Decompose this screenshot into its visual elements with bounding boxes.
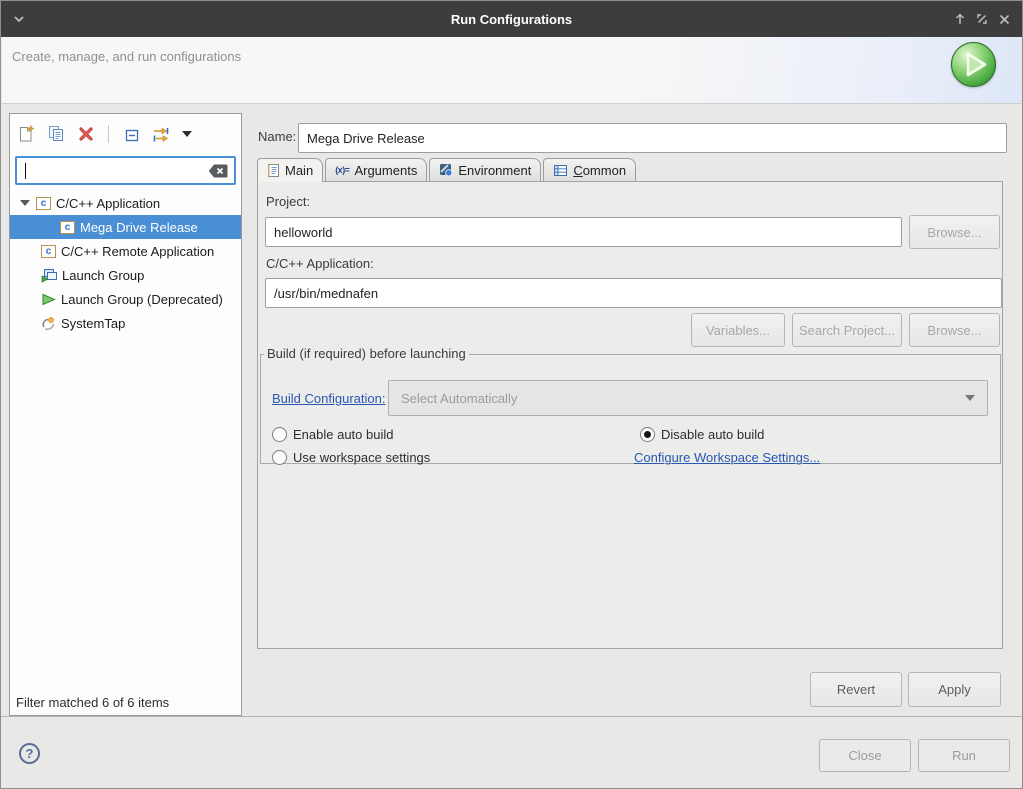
name-label: Name: — [258, 129, 296, 144]
toolbar-menu-icon[interactable] — [181, 124, 193, 144]
enable-auto-build-radio[interactable] — [272, 427, 287, 442]
tree-item-mega-drive-release[interactable]: c Mega Drive Release — [10, 215, 241, 239]
c-application-icon: c — [36, 197, 51, 210]
tree-item-systemtap[interactable]: SystemTap — [10, 311, 241, 335]
group-legend: Build (if required) before launching — [264, 346, 469, 361]
tree-item-launch-group[interactable]: Launch Group — [10, 263, 241, 287]
help-button[interactable]: ? — [19, 743, 40, 764]
variables-button[interactable]: Variables... — [691, 313, 785, 347]
new-configuration-icon[interactable] — [16, 124, 36, 144]
toolbar-separator — [108, 125, 109, 143]
systemtap-icon — [41, 316, 56, 331]
filter-status: Filter matched 6 of 6 items — [16, 695, 169, 710]
filter-search-input[interactable] — [17, 158, 234, 183]
tree-item-launch-group-deprecated[interactable]: Launch Group (Deprecated) — [10, 287, 241, 311]
tab-bar: Main (x)= Arguments Environment — [257, 158, 638, 181]
run-banner-icon — [951, 42, 996, 87]
run-configurations-dialog: Run Configurations Create, manage, and r… — [0, 0, 1023, 789]
filter-configurations-icon[interactable] — [151, 124, 171, 144]
expander-icon[interactable] — [20, 200, 30, 206]
name-input[interactable] — [298, 123, 1007, 153]
filter-search-box — [15, 156, 236, 185]
tab-environment[interactable]: Environment — [429, 158, 541, 181]
search-project-button[interactable]: Search Project... — [792, 313, 902, 347]
tab-common[interactable]: Common — [543, 158, 636, 181]
configure-workspace-settings-link[interactable]: Configure Workspace Settings... — [634, 450, 820, 465]
dialog-subtitle: Create, manage, and run configurations — [12, 49, 241, 64]
tab-arguments[interactable]: (x)= Arguments — [325, 158, 427, 181]
apply-button[interactable]: Apply — [908, 672, 1001, 707]
build-configuration-link[interactable]: Build Configuration: — [272, 391, 385, 406]
duplicate-configuration-icon[interactable] — [46, 124, 66, 144]
launch-config-sidebar: c C/C++ Application c Mega Drive Release… — [9, 113, 242, 716]
tree-item-cpp-application[interactable]: c C/C++ Application — [10, 191, 241, 215]
application-browse-button[interactable]: Browse... — [909, 313, 1000, 347]
window-title: Run Configurations — [1, 12, 1022, 27]
build-before-launch-group: Build (if required) before launching Bui… — [260, 354, 1001, 464]
build-configuration-select[interactable]: Select Automatically — [388, 380, 988, 416]
minimize-icon[interactable] — [950, 9, 970, 29]
play-icon — [41, 292, 56, 307]
tab-main[interactable]: Main — [257, 158, 323, 182]
launch-group-icon — [41, 268, 57, 283]
main-tab-content: Project: Browse... C/C++ Application: Va… — [257, 181, 1003, 649]
environment-icon — [439, 163, 453, 177]
sidebar-toolbar — [16, 120, 193, 148]
revert-button[interactable]: Revert — [810, 672, 902, 707]
chevron-down-icon — [965, 395, 975, 401]
application-input[interactable] — [265, 278, 1002, 308]
maximize-icon[interactable] — [972, 9, 992, 29]
launch-config-tree: c C/C++ Application c Mega Drive Release… — [10, 191, 241, 335]
disable-auto-build-radio[interactable] — [640, 427, 655, 442]
use-workspace-settings-radio[interactable] — [272, 450, 287, 465]
dialog-header: Create, manage, and run configurations — [2, 37, 1023, 104]
document-icon — [267, 163, 280, 178]
configuration-editor: Name: Main (x)= Arguments — [250, 113, 1016, 716]
table-icon — [553, 164, 568, 177]
footer-divider — [1, 716, 1022, 717]
project-label: Project: — [266, 194, 310, 209]
tree-item-cpp-remote-application[interactable]: c C/C++ Remote Application — [10, 239, 241, 263]
c-application-icon: c — [41, 245, 56, 258]
c-application-icon: c — [60, 221, 75, 234]
delete-configuration-icon[interactable] — [76, 124, 96, 144]
arguments-icon: (x)= — [335, 165, 349, 175]
project-browse-button[interactable]: Browse... — [909, 215, 1000, 249]
run-button[interactable]: Run — [918, 739, 1010, 772]
project-input[interactable] — [265, 217, 902, 247]
titlebar: Run Configurations — [1, 1, 1022, 37]
collapse-all-icon[interactable] — [121, 124, 141, 144]
close-icon[interactable] — [994, 9, 1014, 29]
close-button[interactable]: Close — [819, 739, 911, 772]
application-label: C/C++ Application: — [266, 256, 374, 271]
